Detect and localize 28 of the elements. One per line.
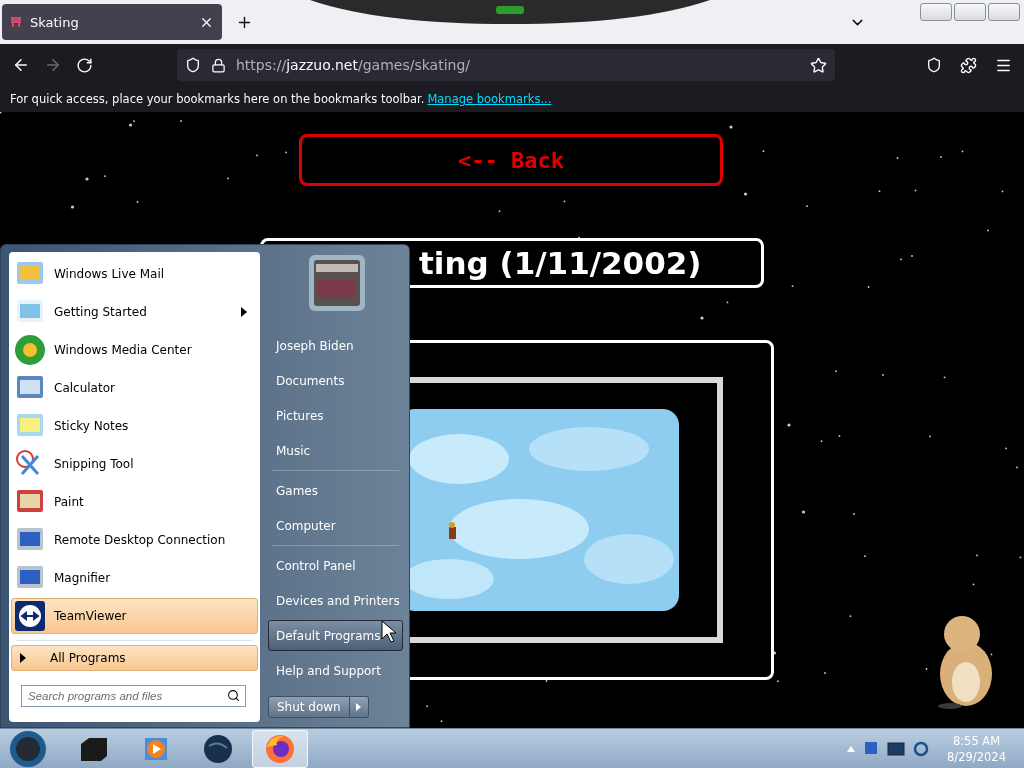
skater-favicon	[10, 16, 22, 28]
tab-title: Skating	[30, 14, 80, 30]
shield-icon[interactable]	[185, 57, 201, 73]
new-tab-icon[interactable]	[236, 14, 253, 31]
browser-tab[interactable]: Skating	[2, 4, 222, 40]
monitor-icon[interactable]	[887, 741, 906, 756]
back-icon[interactable]	[12, 56, 30, 74]
star-icon[interactable]	[810, 56, 827, 74]
pocket-icon[interactable]	[926, 56, 942, 74]
address-bar[interactable]: https://jazzuo.net/games/skating/	[177, 49, 835, 81]
manage-bookmarks-link[interactable]: Manage bookmarks...	[427, 92, 552, 106]
firefox-icon	[265, 733, 295, 764]
restore-button[interactable]	[954, 3, 986, 21]
play-icon	[143, 735, 169, 762]
start-orb-icon[interactable]	[8, 729, 48, 768]
bookmarks-message: For quick access, place your bookmarks here on the bookmarks toolbar.	[10, 92, 425, 106]
box-icon	[79, 735, 109, 762]
url-text: https://jazzuo.net/games/skating/	[236, 57, 472, 73]
lock-icon[interactable]	[211, 57, 226, 73]
close-button[interactable]	[988, 3, 1020, 21]
globe-icon	[203, 733, 233, 764]
clock-date: 8/29/2024	[947, 749, 1006, 764]
minimize-button[interactable]	[920, 3, 952, 21]
reload-icon[interactable]	[76, 56, 93, 74]
taskbar-button[interactable]	[252, 729, 308, 768]
forward-icon[interactable]	[44, 56, 62, 74]
clock-time: 8:55 AM	[952, 733, 1001, 748]
extensions-icon[interactable]	[960, 56, 977, 74]
